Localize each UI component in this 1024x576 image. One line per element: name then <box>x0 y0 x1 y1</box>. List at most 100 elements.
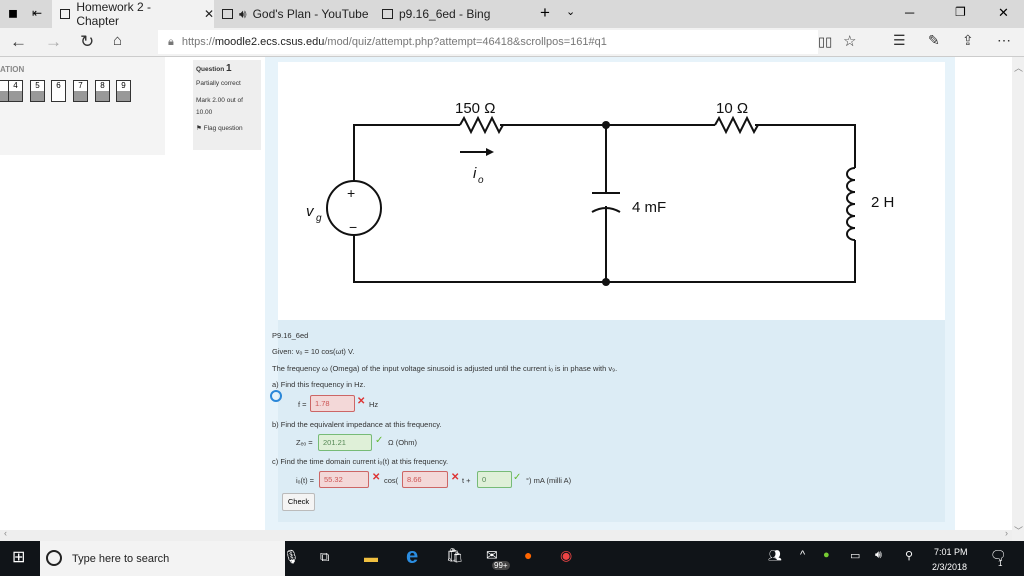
url-prefix: https:// <box>181 36 215 48</box>
incorrect-icon: ✕ <box>357 396 366 407</box>
notes-icon[interactable]: ✎ <box>928 32 940 49</box>
horizontal-scrollbar[interactable]: ‹ › <box>0 528 1012 541</box>
question-button-7[interactable]: 7 <box>73 80 88 102</box>
audio-icon[interactable]: 🔊︎ <box>239 7 247 22</box>
vertical-scrollbar[interactable]: ︿ ﹀ <box>1012 57 1024 541</box>
tab-youtube[interactable]: 🔊︎ God's Plan - YouTube <box>214 0 374 28</box>
home-button[interactable]: ⌂ <box>113 32 122 49</box>
store-icon[interactable]: 🛍︎ <box>446 547 464 564</box>
close-tab-icon[interactable]: ✕ <box>204 7 214 21</box>
more-icon[interactable]: ⋯ <box>997 32 1011 49</box>
amplitude-input[interactable]: 55.32 <box>319 471 369 488</box>
nav-heading: ATION <box>0 65 25 74</box>
tab-preview-icon[interactable]: ◼ <box>8 6 18 20</box>
app-tray-icon[interactable]: ● <box>823 549 830 561</box>
forward-button[interactable]: → <box>45 32 62 52</box>
restore-button[interactable]: ❐ <box>955 5 966 19</box>
favorite-star-icon[interactable]: ☆ <box>843 32 856 50</box>
favorites-hub-icon[interactable]: ☰ <box>893 32 906 49</box>
flag-question-link[interactable]: ⚑ Flag question <box>196 124 258 132</box>
close-window-button[interactable]: ✕ <box>998 5 1009 21</box>
new-tab-button[interactable]: + <box>540 3 550 23</box>
tab-bing[interactable]: p9.16_6ed - Bing <box>374 0 530 28</box>
qnum: 9 <box>121 81 126 90</box>
part-c-prefix: iₒ(t) = <box>296 476 315 485</box>
clock-date[interactable]: 2/3/2018 <box>932 562 967 572</box>
start-button[interactable]: ⊞ <box>12 547 25 567</box>
node <box>602 121 610 129</box>
impedance-input[interactable]: 201.21 <box>318 434 372 451</box>
question-title: P9.16_6ed <box>272 331 309 340</box>
app-icon[interactable]: ◉ <box>560 547 572 564</box>
mail-badge: 99+ <box>492 561 510 570</box>
microphone-icon[interactable]: 🎙︎ <box>283 549 300 565</box>
taskbar-search[interactable]: Type here to search <box>40 541 285 576</box>
check-button[interactable]: Check <box>282 493 315 511</box>
flag-label: Flag question <box>203 125 243 132</box>
search-placeholder: Type here to search <box>72 552 170 565</box>
question-number: 1 <box>225 63 232 74</box>
question-button-5[interactable]: 5 <box>30 80 45 102</box>
show-hidden-icons[interactable]: ^ <box>800 549 805 561</box>
minimize-button[interactable]: ─ <box>905 5 914 20</box>
part-a-prefix: f = <box>298 400 307 409</box>
battery-icon[interactable]: ▭ <box>850 549 860 562</box>
qnum: 6 <box>56 81 61 90</box>
tab-homework[interactable]: Homework 2 - Chapter ✕ <box>52 0 214 28</box>
question-button-8[interactable]: 8 <box>95 80 110 102</box>
reading-view-icon[interactable]: ▯▯ <box>818 34 832 50</box>
part-c-label: c) Find the time domain current iₒ(t) at… <box>272 457 449 466</box>
question-button-6[interactable]: 6 <box>51 80 66 102</box>
r1-label: 150 Ω <box>455 100 495 117</box>
minus-sign: − <box>349 219 357 235</box>
address-bar[interactable]: 🔒︎ https://moodle2.ecs.csus.edu/mod/quiz/… <box>158 30 818 54</box>
resistor-10 <box>714 115 759 135</box>
back-button[interactable]: ← <box>10 32 27 52</box>
current-label: i <box>473 165 477 182</box>
tab-list-chevron-icon[interactable]: ⌄ <box>566 5 575 18</box>
omega-input[interactable]: 8.66 <box>402 471 448 488</box>
share-icon[interactable]: ⇪ <box>962 32 974 49</box>
network-icon[interactable]: ⚲ <box>905 549 913 562</box>
part-b-prefix: Zₑₒ = <box>296 438 313 447</box>
qnum: 4 <box>13 81 18 90</box>
question-button-9[interactable]: 9 <box>116 80 131 102</box>
circuit-diagram: 150 Ω 10 Ω 4 mF 2 H + − v g i o <box>278 62 945 320</box>
clock-time[interactable]: 7:01 PM <box>934 547 968 557</box>
statement-text: The frequency ω (Omega) of the input vol… <box>272 364 618 373</box>
qnum: 8 <box>100 81 105 90</box>
phase-input[interactable]: 0 <box>477 471 512 488</box>
set-aside-tabs-icon[interactable]: ⇤ <box>32 6 42 20</box>
part-c-unit: °) mA (milli A) <box>526 476 572 485</box>
file-explorer-icon[interactable]: ▬ <box>364 549 378 565</box>
cortana-icon <box>46 550 62 566</box>
plus-sign: + <box>347 185 355 201</box>
tab-label: Homework 2 - Chapter <box>76 0 152 28</box>
edge-icon[interactable]: e <box>406 543 418 569</box>
frequency-input[interactable]: 1.78 <box>310 395 355 412</box>
question-status: Partially correct <box>196 80 241 87</box>
correct-icon: ✓ <box>513 472 522 483</box>
t-label: t + <box>462 476 471 485</box>
firefox-icon[interactable]: ● <box>524 547 532 563</box>
url-path: /mod/quiz/attempt.php?attempt=46418&scro… <box>324 36 607 48</box>
given-text: Given: vₒ = 10 cos(ωt) V. <box>272 347 355 356</box>
task-view-icon[interactable]: ⧉ <box>320 549 329 565</box>
focus-ring-icon <box>270 390 282 402</box>
refresh-button[interactable]: ↻ <box>80 32 94 52</box>
tab-label: God's Plan - YouTube <box>252 7 369 21</box>
nav-bar: ← → ↻ ⌂ 🔒︎ https://moodle2.ecs.csus.edu/m… <box>0 28 1024 57</box>
tab-label: p9.16_6ed - Bing <box>399 7 491 21</box>
question-mark: Mark 2.00 out of 10.00 <box>196 97 243 116</box>
part-b-unit: Ω (Ohm) <box>388 438 417 447</box>
notification-count: 1 <box>998 559 1003 568</box>
people-icon[interactable]: 👥︎ <box>768 549 782 562</box>
volume-icon[interactable]: 🔊︎ <box>875 549 882 562</box>
node <box>602 278 610 286</box>
question-button-4[interactable]: 4 <box>8 80 23 102</box>
inductor <box>846 167 856 241</box>
quiz-navigation: ATION 4 5 6 7 8 9 <box>0 57 165 155</box>
current-sub: o <box>478 175 484 186</box>
cap-label: 4 mF <box>632 199 666 216</box>
source-label: v <box>306 203 315 220</box>
